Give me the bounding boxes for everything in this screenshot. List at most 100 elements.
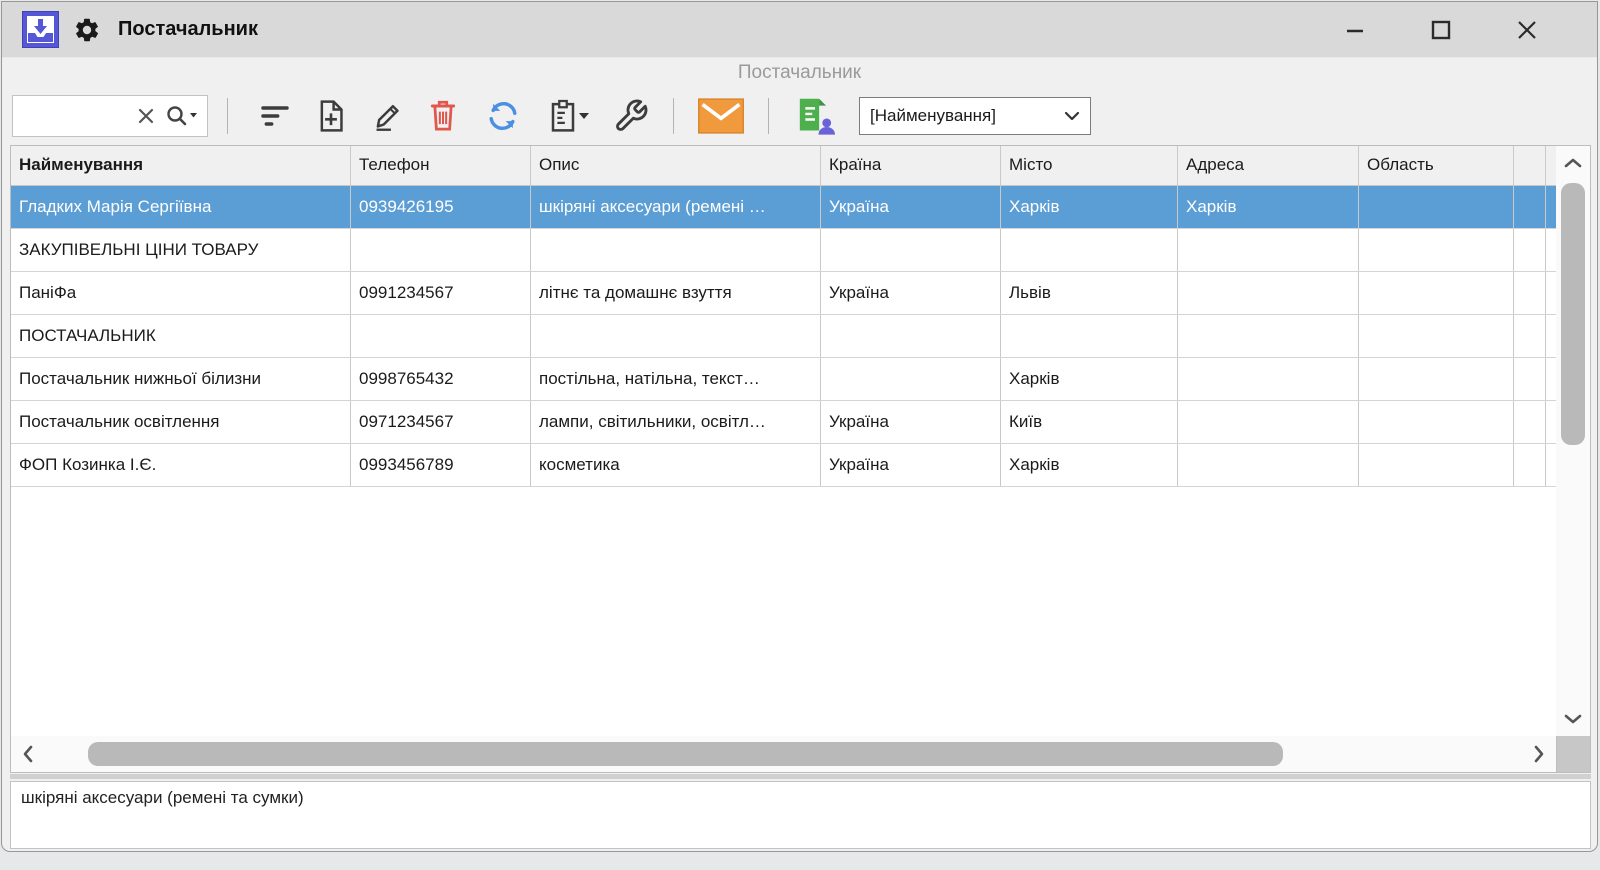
table-row[interactable]: ЗАКУПІВЕЛЬНІ ЦІНИ ТОВАРУ	[11, 229, 1556, 272]
cell-country	[821, 229, 1001, 271]
cell-phone: 0993456789	[351, 444, 531, 486]
chevron-down-icon	[1064, 110, 1080, 122]
vertical-scrollbar-thumb[interactable]	[1561, 183, 1585, 445]
cell-phone	[351, 315, 531, 357]
column-header-address[interactable]: Адреса	[1178, 146, 1359, 185]
report-button[interactable]	[545, 97, 593, 135]
refresh-button[interactable]	[485, 97, 521, 135]
app-window: Постачальник Постачальник	[1, 1, 1598, 852]
cell-phone: 0991234567	[351, 272, 531, 314]
delete-record-button[interactable]	[425, 97, 461, 135]
table-row[interactable]: ФОП Козинка І.Є. 0993456789 косметика Ук…	[11, 444, 1556, 487]
export-contacts-button[interactable]	[793, 97, 837, 135]
cell-region	[1359, 229, 1514, 271]
vertical-scrollbar[interactable]	[1556, 146, 1590, 736]
table-row[interactable]: Гладких Марія Сергіївна 0939426195 шкіря…	[11, 186, 1556, 229]
horizontal-scrollbar[interactable]	[11, 736, 1556, 772]
cell-country	[821, 358, 1001, 400]
cell-region	[1359, 186, 1514, 228]
send-email-button[interactable]	[698, 97, 744, 135]
scrollbar-corner	[1556, 736, 1590, 772]
scroll-up-icon[interactable]	[1556, 150, 1590, 176]
panel-title: Постачальник	[2, 62, 1597, 84]
refresh-icon	[485, 99, 521, 133]
cell-region	[1359, 401, 1514, 443]
titlebar: Постачальник	[2, 2, 1597, 58]
cell-name: ЗАКУПІВЕЛЬНІ ЦІНИ ТОВАРУ	[11, 229, 351, 271]
edit-record-button[interactable]	[369, 97, 405, 135]
toolbar-separator	[673, 98, 674, 134]
maximize-button[interactable]	[1421, 10, 1461, 50]
cell-city	[1001, 315, 1178, 357]
table-row[interactable]: Постачальник освітлення 0971234567 лампи…	[11, 401, 1556, 444]
scroll-down-icon[interactable]	[1556, 706, 1590, 732]
cell-country	[821, 315, 1001, 357]
column-header-city[interactable]: Місто	[1001, 146, 1178, 185]
sort-field-dropdown[interactable]: [Найменування]	[859, 97, 1091, 135]
sort-field-value: [Найменування]	[870, 106, 1064, 126]
cell-description	[531, 229, 821, 271]
cell-phone: 0971234567	[351, 401, 531, 443]
cell-city	[1001, 229, 1178, 271]
cell-description: косметика	[531, 444, 821, 486]
filter-button[interactable]	[257, 97, 293, 135]
search-input[interactable]	[13, 96, 135, 136]
suppliers-grid: Найменування Телефон Опис Країна Місто А…	[10, 145, 1591, 773]
cell-region	[1359, 444, 1514, 486]
email-icon	[698, 98, 744, 134]
cell-phone	[351, 229, 531, 271]
close-icon	[1514, 17, 1540, 43]
report-icon	[548, 99, 578, 133]
column-header-name[interactable]: Найменування	[11, 146, 351, 185]
search-box	[12, 95, 208, 137]
table-row[interactable]: ПОСТАЧАЛЬНИК	[11, 315, 1556, 358]
splitter-handle[interactable]	[10, 774, 1591, 779]
cell-name: ФОП Козинка І.Є.	[11, 444, 351, 486]
cell-address	[1178, 401, 1359, 443]
app-icon	[22, 11, 59, 48]
delete-icon	[428, 99, 458, 133]
column-header-region[interactable]: Область	[1359, 146, 1514, 185]
wrench-icon	[613, 98, 649, 134]
cell-name: Гладких Марія Сергіївна	[11, 186, 351, 228]
cell-address	[1178, 315, 1359, 357]
minimize-icon	[1342, 17, 1368, 43]
cell-name: Постачальник освітлення	[11, 401, 351, 443]
table-row[interactable]: ПаніФа 0991234567 літнє та домашнє взутт…	[11, 272, 1556, 315]
cell-name: ПОСТАЧАЛЬНИК	[11, 315, 351, 357]
export-contacts-icon	[794, 96, 836, 136]
cell-address	[1178, 229, 1359, 271]
cell-phone: 0939426195	[351, 186, 531, 228]
cell-description: шкіряні аксесуари (ремені …	[531, 186, 821, 228]
cell-description: літнє та домашнє взуття	[531, 272, 821, 314]
grid-header-row: Найменування Телефон Опис Країна Місто А…	[11, 146, 1556, 186]
scroll-left-icon[interactable]	[15, 736, 41, 772]
cell-city: Львів	[1001, 272, 1178, 314]
table-row[interactable]: Постачальник нижньої білизни 0998765432 …	[11, 358, 1556, 401]
cell-address: Харків	[1178, 186, 1359, 228]
column-header-description[interactable]: Опис	[531, 146, 821, 185]
add-record-button[interactable]	[313, 97, 349, 135]
column-header-country[interactable]: Країна	[821, 146, 1001, 185]
scroll-right-icon[interactable]	[1526, 736, 1552, 772]
cell-description	[531, 315, 821, 357]
close-button[interactable]	[1507, 10, 1547, 50]
cell-city: Харків	[1001, 444, 1178, 486]
maximize-icon	[1428, 17, 1454, 43]
cell-region	[1359, 358, 1514, 400]
add-record-icon	[315, 99, 347, 133]
cell-country: Україна	[821, 272, 1001, 314]
toolbar-separator	[227, 98, 228, 134]
cell-country: Україна	[821, 444, 1001, 486]
clear-search-icon[interactable]	[135, 105, 157, 127]
minimize-button[interactable]	[1335, 10, 1375, 50]
column-header-phone[interactable]: Телефон	[351, 146, 531, 185]
settings-button[interactable]	[613, 97, 649, 135]
gear-icon[interactable]	[73, 16, 101, 44]
toolbar: [Найменування]	[12, 94, 1587, 138]
cell-description: постільна, натільна, текст…	[531, 358, 821, 400]
cell-name: Постачальник нижньої білизни	[11, 358, 351, 400]
horizontal-scrollbar-thumb[interactable]	[88, 742, 1283, 766]
cell-city: Харків	[1001, 358, 1178, 400]
search-icon[interactable]	[165, 104, 199, 128]
